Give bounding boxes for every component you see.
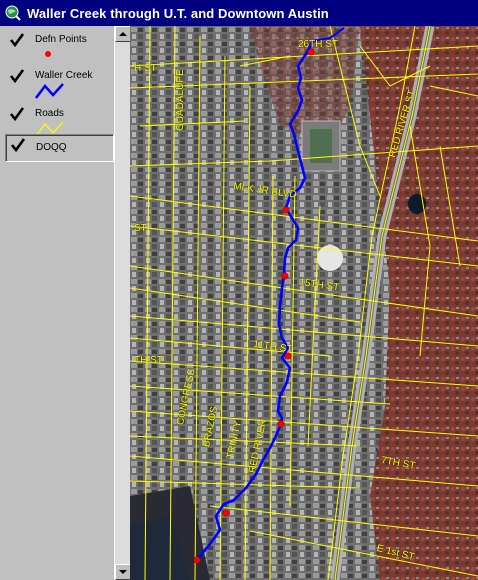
title-bar[interactable]: Waller Creek through U.T. and Downtown A…	[0, 0, 478, 26]
scroll-up-button[interactable]	[115, 26, 131, 42]
window-title: Waller Creek through U.T. and Downtown A…	[27, 5, 329, 21]
globe-app-icon	[5, 5, 21, 21]
scroll-down-button[interactable]	[115, 564, 131, 580]
legend-item-defn-points[interactable]: Defn Points	[5, 30, 112, 60]
legend-item-roads[interactable]: Roads	[5, 104, 112, 138]
blue-line-icon	[35, 83, 64, 99]
map-view[interactable]: 26TH ST H ST GUADALUPE RED RIVER ST MLK …	[130, 26, 478, 580]
legend-label: Defn Points	[35, 34, 87, 45]
checkbox-checked-icon[interactable]	[9, 32, 25, 48]
legend-panel: Defn Points Waller Creek Roads DOQQ	[0, 26, 115, 580]
checkbox-checked-icon[interactable]	[10, 137, 26, 153]
app-window: Waller Creek through U.T. and Downtown A…	[0, 0, 478, 580]
arrow-up-icon	[119, 32, 127, 36]
checkbox-checked-icon[interactable]	[9, 106, 25, 122]
street-label: H ST	[134, 63, 157, 74]
legend-label: Roads	[35, 108, 64, 119]
red-dot-icon	[45, 51, 51, 57]
legend-scrollbar[interactable]	[114, 26, 131, 580]
street-label: 26TH ST	[298, 39, 339, 50]
legend-label: Waller Creek	[35, 70, 93, 81]
legend-item-waller-creek[interactable]: Waller Creek	[5, 66, 112, 100]
street-label: ST	[134, 223, 147, 234]
street-label: TH ST	[134, 355, 163, 366]
street-label: GUADALUPE	[175, 69, 186, 131]
checkbox-checked-icon[interactable]	[9, 68, 25, 84]
legend-label: DOQQ	[36, 142, 67, 153]
arrow-down-icon	[119, 570, 127, 574]
legend-item-doqq[interactable]: DOQQ	[5, 134, 114, 162]
